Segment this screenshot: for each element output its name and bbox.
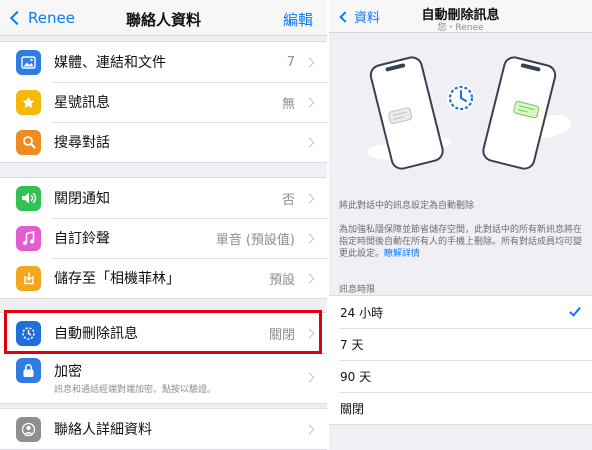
option-label: 關閉 bbox=[340, 401, 365, 416]
download-icon bbox=[16, 265, 41, 291]
row-disappearing-messages[interactable]: 自動刪除訊息 關閉 bbox=[0, 313, 327, 353]
contact-info-screen: Renee 聯絡人資料 編輯 媒體、連結和文件 7 星號訊息 無 搜尋對話 關閉… bbox=[0, 0, 327, 450]
star-icon bbox=[16, 89, 41, 115]
nav-bar: Renee 聯絡人資料 編輯 bbox=[0, 0, 327, 36]
phones-illustration bbox=[367, 56, 571, 170]
row-label: 搜尋對話 bbox=[54, 135, 110, 151]
option-label: 90 天 bbox=[340, 369, 372, 384]
option-off[interactable]: 關閉 bbox=[329, 392, 592, 424]
settings-group-contact: 聯絡人詳細資料 bbox=[0, 408, 327, 450]
search-icon bbox=[16, 129, 41, 155]
music-note-icon bbox=[16, 225, 41, 251]
section-header: 訊息時限 bbox=[339, 285, 376, 295]
nav-bar: 資料 自動刪除訊息 您・Renee bbox=[329, 0, 592, 33]
caption-intro: 將此對話中的訊息設定為自動刪除 bbox=[339, 201, 475, 211]
row-label: 星號訊息 bbox=[54, 95, 110, 111]
chevron-right-icon bbox=[304, 233, 315, 243]
row-value: 預設 bbox=[268, 272, 295, 288]
caption-description: 為加強私隱保障並節省儲存空間，此對話中的所有新訊息將在指定時間後自動在所有人的手… bbox=[339, 224, 585, 260]
row-search-chat[interactable]: 搜尋對話 bbox=[0, 122, 327, 162]
edit-button[interactable]: 編輯 bbox=[283, 9, 313, 30]
option-90-days[interactable]: 90 天 bbox=[329, 360, 592, 392]
learn-more-link[interactable]: 瞭解詳情 bbox=[384, 249, 420, 259]
row-label: 自訂鈴聲 bbox=[54, 231, 110, 247]
settings-group-media: 媒體、連結和文件 7 星號訊息 無 搜尋對話 bbox=[0, 41, 327, 163]
timer-options-list: 24 小時 7 天 90 天 關閉 bbox=[329, 295, 592, 425]
speaker-icon bbox=[16, 185, 41, 211]
row-value: 單音 (預設值) bbox=[215, 232, 295, 248]
row-value: 無 bbox=[281, 96, 295, 112]
row-label: 自動刪除訊息 bbox=[54, 326, 138, 342]
disappearing-messages-screen: 資料 自動刪除訊息 您・Renee 將此對話中的訊息設定為自動刪除 為加強私隱保… bbox=[329, 0, 592, 450]
row-encryption[interactable]: 加密 訊息和通話經端對端加密。點按以驗證。 bbox=[0, 353, 327, 403]
row-custom-tone[interactable]: 自訂鈴聲 單音 (預設值) bbox=[0, 218, 327, 258]
chevron-right-icon bbox=[304, 328, 315, 338]
row-value: 7 bbox=[286, 54, 295, 70]
row-sublabel: 訊息和通話經端對端加密。點按以驗證。 bbox=[54, 385, 217, 395]
row-label: 加密 bbox=[54, 364, 82, 380]
lock-icon bbox=[16, 358, 41, 383]
contact-icon bbox=[16, 416, 41, 442]
chevron-right-icon bbox=[304, 193, 315, 203]
timer-icon bbox=[16, 320, 41, 346]
option-label: 24 小時 bbox=[340, 305, 384, 320]
chevron-right-icon bbox=[304, 57, 315, 67]
row-label: 聯絡人詳細資料 bbox=[54, 422, 152, 438]
row-label: 關閉通知 bbox=[54, 191, 110, 207]
chevron-right-icon bbox=[304, 97, 315, 107]
settings-group-notifications: 關閉通知 否 自訂鈴聲 單音 (預設值) 儲存至「相機菲林」 預設 bbox=[0, 177, 327, 299]
chevron-right-icon bbox=[304, 273, 315, 283]
row-media-links-docs[interactable]: 媒體、連結和文件 7 bbox=[0, 42, 327, 82]
option-24-hours[interactable]: 24 小時 bbox=[329, 296, 592, 328]
row-label: 儲存至「相機菲林」 bbox=[54, 271, 180, 287]
chevron-right-icon bbox=[304, 137, 315, 147]
row-save-to-camera-roll[interactable]: 儲存至「相機菲林」 預設 bbox=[0, 258, 327, 298]
back-button[interactable]: Renee bbox=[6, 0, 75, 36]
photo-icon bbox=[16, 49, 41, 75]
row-label: 媒體、連結和文件 bbox=[54, 55, 166, 71]
checkmark-icon bbox=[569, 304, 581, 317]
option-label: 7 天 bbox=[340, 337, 364, 352]
row-mute[interactable]: 關閉通知 否 bbox=[0, 178, 327, 218]
chevron-right-icon bbox=[304, 372, 315, 383]
settings-group-privacy: 自動刪除訊息 關閉 加密 訊息和通話經端對端加密。點按以驗證。 bbox=[0, 312, 327, 404]
row-value: 關閉 bbox=[268, 327, 295, 343]
chevron-right-icon bbox=[304, 424, 315, 434]
page-subtitle: 您・Renee bbox=[437, 23, 484, 33]
chevron-left-icon bbox=[9, 10, 25, 26]
row-starred-messages[interactable]: 星號訊息 無 bbox=[0, 82, 327, 122]
back-label: Renee bbox=[28, 9, 75, 27]
option-7-days[interactable]: 7 天 bbox=[329, 328, 592, 360]
row-contact-details[interactable]: 聯絡人詳細資料 bbox=[0, 409, 327, 449]
caption-text: 為加強私隱保障並節省儲存空間，此對話中的所有新訊息將在指定時間後自動在所有人的手… bbox=[339, 225, 583, 259]
row-value: 否 bbox=[281, 192, 295, 208]
